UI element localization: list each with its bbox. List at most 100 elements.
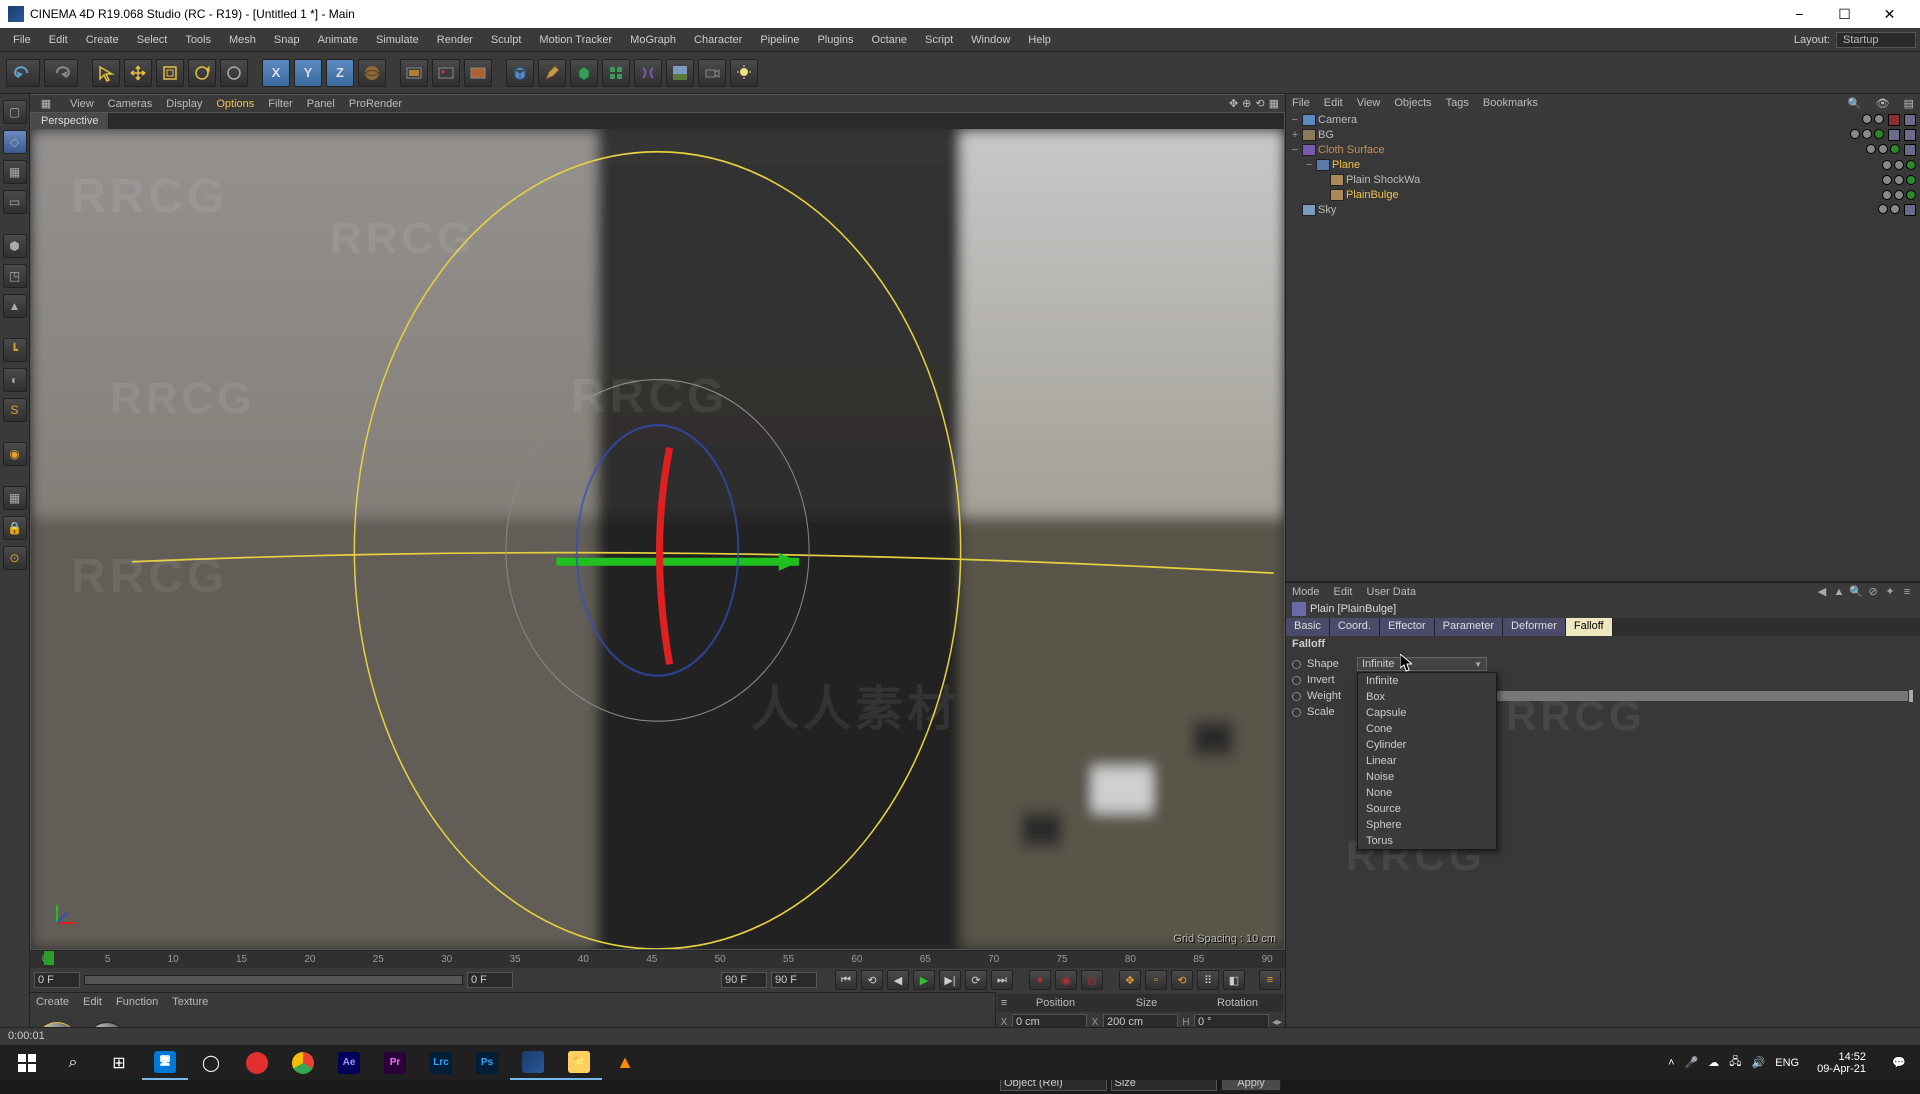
- om-file[interactable]: File: [1292, 97, 1310, 109]
- frame-end-input[interactable]: [721, 972, 767, 988]
- start-button[interactable]: [4, 1045, 50, 1080]
- playhead[interactable]: [44, 951, 54, 965]
- snap-toggle[interactable]: S: [3, 398, 27, 422]
- record-key[interactable]: ●: [1029, 970, 1051, 990]
- tab-effector[interactable]: Effector: [1380, 618, 1435, 636]
- tray-network-icon[interactable]: 🖧: [1729, 1053, 1741, 1072]
- layout-dropdown[interactable]: Startup: [1836, 32, 1916, 48]
- key-rot[interactable]: ⟲: [1171, 970, 1193, 990]
- attr-anim-dot[interactable]: [1292, 708, 1301, 717]
- key-scale[interactable]: ▫: [1145, 970, 1167, 990]
- lock-toggle[interactable]: 🔒: [3, 516, 27, 540]
- minimize-button[interactable]: −: [1777, 0, 1822, 28]
- tree-item-plane[interactable]: Plane: [1332, 159, 1882, 171]
- tag-icon[interactable]: [1904, 114, 1916, 126]
- menu-render[interactable]: Render: [428, 31, 482, 49]
- am-userdata[interactable]: User Data: [1367, 586, 1417, 598]
- shape-option-linear[interactable]: Linear: [1358, 753, 1496, 769]
- add-nurbs[interactable]: [570, 59, 598, 87]
- tag-icon[interactable]: [1904, 144, 1916, 156]
- texture-mode[interactable]: ▦: [3, 160, 27, 184]
- add-environment[interactable]: [666, 59, 694, 87]
- menu-mograph[interactable]: MoGraph: [621, 31, 685, 49]
- viewport-tab[interactable]: Perspective: [31, 113, 109, 130]
- om-edit[interactable]: Edit: [1324, 97, 1343, 109]
- task-aftereffects[interactable]: Ae: [326, 1045, 372, 1080]
- locked-workplane[interactable]: ⊙: [3, 546, 27, 570]
- attr-anim-dot[interactable]: [1292, 660, 1301, 669]
- vp-display[interactable]: Display: [166, 98, 202, 110]
- menu-select[interactable]: Select: [128, 31, 177, 49]
- add-cube[interactable]: [506, 59, 534, 87]
- tab-parameter[interactable]: Parameter: [1435, 618, 1503, 636]
- attr-search-icon[interactable]: 🔍: [1849, 585, 1863, 599]
- axis-z-toggle[interactable]: Z: [326, 59, 354, 87]
- xray-toggle[interactable]: ▦: [3, 486, 27, 510]
- attr-anim-dot[interactable]: [1292, 676, 1301, 685]
- tree-item-camera[interactable]: Camera: [1318, 114, 1862, 126]
- vp-nav-layout-icon[interactable]: ▦: [1269, 97, 1279, 110]
- frame-current-input[interactable]: [467, 972, 513, 988]
- make-editable[interactable]: ▢: [3, 100, 27, 124]
- mat-function[interactable]: Function: [116, 996, 158, 1008]
- vp-cameras[interactable]: Cameras: [108, 98, 153, 110]
- tag-icon[interactable]: [1888, 114, 1900, 126]
- task-desktop[interactable]: 🖥: [142, 1045, 188, 1080]
- mat-create[interactable]: Create: [36, 996, 69, 1008]
- viewport-canvas[interactable]: RRCG RRCG RRCG 人人素材 Grid Spacing : 10 cm: [31, 129, 1284, 949]
- menu-sculpt[interactable]: Sculpt: [482, 31, 531, 49]
- vp-nav-zoom-icon[interactable]: ⊕: [1242, 97, 1251, 110]
- menu-window[interactable]: Window: [962, 31, 1019, 49]
- goto-start[interactable]: ⏮: [835, 970, 857, 990]
- soft-selection[interactable]: ◉: [3, 442, 27, 466]
- menu-octane[interactable]: Octane: [863, 31, 916, 49]
- menu-edit[interactable]: Edit: [40, 31, 77, 49]
- shape-option-cylinder[interactable]: Cylinder: [1358, 737, 1496, 753]
- tray-onedrive-icon[interactable]: ☁: [1708, 1056, 1719, 1069]
- attr-nav-back-icon[interactable]: ◀: [1815, 585, 1829, 599]
- prev-key[interactable]: ⟲: [861, 970, 883, 990]
- close-button[interactable]: ✕: [1867, 0, 1912, 28]
- shape-option-cone[interactable]: Cone: [1358, 721, 1496, 737]
- attr-anim-dot[interactable]: [1292, 692, 1301, 701]
- task-lrc[interactable]: Lrc: [418, 1045, 464, 1080]
- object-tree[interactable]: −Camera +BG −Cloth Surface −Plane Plain …: [1286, 112, 1920, 582]
- render-view[interactable]: [400, 59, 428, 87]
- shape-option-sphere[interactable]: Sphere: [1358, 817, 1496, 833]
- om-search-icon[interactable]: 🔍: [1848, 97, 1862, 110]
- mat-edit[interactable]: Edit: [83, 996, 102, 1008]
- coord-lock-icon[interactable]: ≡: [998, 997, 1010, 1009]
- vp-nav-rotate-icon[interactable]: ⟲: [1255, 97, 1264, 110]
- task-premiere[interactable]: Pr: [372, 1045, 418, 1080]
- menu-pipeline[interactable]: Pipeline: [751, 31, 808, 49]
- range-slider[interactable]: [84, 975, 463, 985]
- shape-option-noise[interactable]: Noise: [1358, 769, 1496, 785]
- taskview-button[interactable]: ⊞: [96, 1045, 142, 1080]
- vp-nav-move-icon[interactable]: ✥: [1229, 97, 1238, 110]
- shape-dropdown[interactable]: Infinite▼: [1357, 657, 1487, 671]
- shape-option-none[interactable]: None: [1358, 785, 1496, 801]
- last-tool[interactable]: [220, 59, 248, 87]
- om-bookmarks[interactable]: Bookmarks: [1483, 97, 1538, 109]
- add-light[interactable]: [730, 59, 758, 87]
- timeline-options[interactable]: ≡: [1259, 970, 1281, 990]
- tab-basic[interactable]: Basic: [1286, 618, 1330, 636]
- tab-deformer[interactable]: Deformer: [1503, 618, 1566, 636]
- menu-script[interactable]: Script: [916, 31, 962, 49]
- attr-menu-icon[interactable]: ≡: [1900, 585, 1914, 599]
- axis-x-toggle[interactable]: X: [262, 59, 290, 87]
- tag-icon[interactable]: [1888, 129, 1900, 141]
- task-c4d[interactable]: [510, 1045, 556, 1080]
- am-edit[interactable]: Edit: [1334, 586, 1353, 598]
- keyframe-sel[interactable]: ◎: [1081, 970, 1103, 990]
- om-filter-icon[interactable]: ▤: [1904, 97, 1914, 110]
- render-settings[interactable]: [464, 59, 492, 87]
- tray-expand-icon[interactable]: ˄: [1668, 1057, 1674, 1069]
- slider-handle[interactable]: [1908, 689, 1914, 703]
- mat-texture[interactable]: Texture: [172, 996, 208, 1008]
- attr-lock-icon[interactable]: ⊘: [1866, 585, 1880, 599]
- shape-option-infinite[interactable]: Infinite: [1358, 673, 1496, 689]
- shape-option-torus[interactable]: Torus: [1358, 833, 1496, 849]
- task-explorer[interactable]: 📁: [556, 1045, 602, 1080]
- next-frame[interactable]: ▶|: [939, 970, 961, 990]
